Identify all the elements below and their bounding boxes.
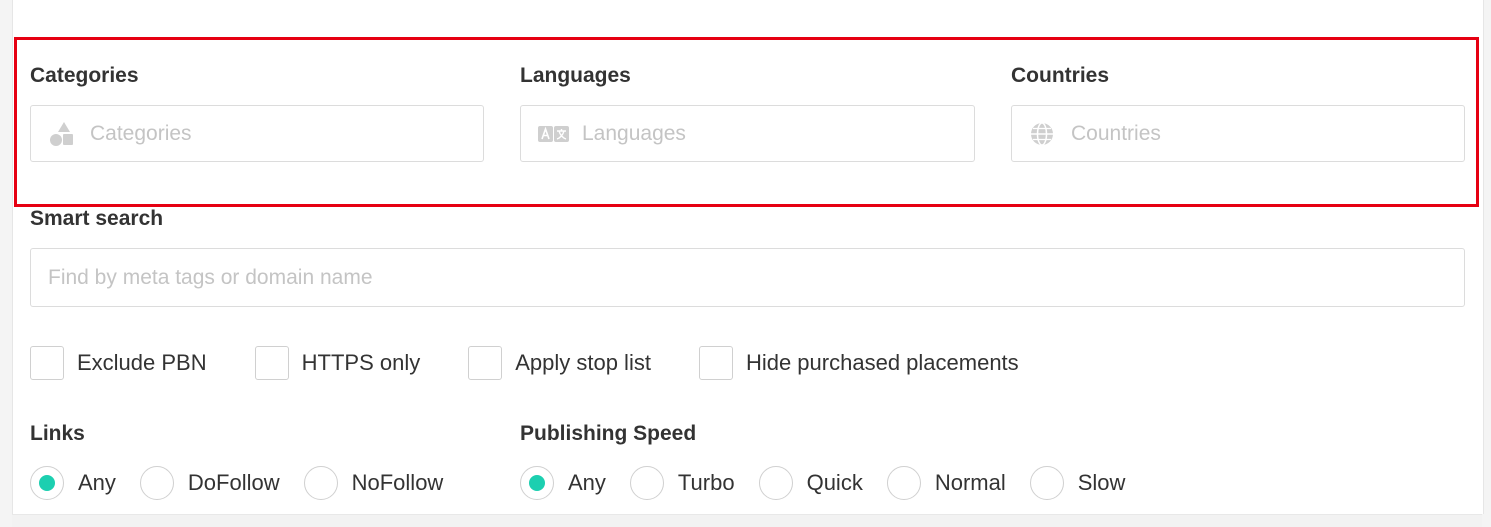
publishing-speed-radio-group: Any Turbo Quick Normal Slow [520, 466, 1149, 500]
radio-circle[interactable] [30, 466, 64, 500]
checkbox-box[interactable] [30, 346, 64, 380]
radio-selected-dot [39, 475, 55, 491]
smart-search-input[interactable] [48, 265, 1464, 290]
checkbox-label: Hide purchased placements [745, 350, 1019, 375]
checkbox-label: Apply stop list [515, 350, 651, 375]
checkbox-label: Exclude PBN [77, 350, 207, 375]
smart-search-field[interactable] [30, 248, 1465, 307]
categories-label: Categories [30, 64, 139, 87]
translate-icon [538, 121, 570, 147]
hide-purchased-placements-checkbox[interactable]: Hide purchased placements [698, 346, 1019, 380]
panel-bottom-divider [12, 514, 1482, 527]
speed-option-any[interactable]: Any [520, 466, 606, 500]
links-radio-group: Any DoFollow NoFollow [30, 466, 467, 500]
shapes-icon [48, 121, 74, 147]
speed-option-slow[interactable]: Slow [1029, 466, 1126, 500]
countries-input[interactable] [1071, 121, 1464, 146]
categories-select[interactable] [30, 105, 484, 162]
radio-label: Any [78, 470, 116, 495]
checkbox-box[interactable] [698, 346, 733, 380]
smart-search-label: Smart search [30, 207, 164, 230]
speed-option-normal[interactable]: Normal [886, 466, 1006, 500]
globe-icon [1029, 121, 1055, 147]
links-option-nofollow[interactable]: NoFollow [303, 466, 444, 500]
radio-label: Turbo [677, 470, 735, 495]
radio-selected-dot [529, 475, 545, 491]
checkbox-label: HTTPS only [301, 350, 421, 375]
radio-circle[interactable] [1029, 466, 1064, 500]
radio-label: Normal [934, 470, 1006, 495]
categories-input[interactable] [90, 121, 483, 146]
apply-stop-list-checkbox[interactable]: Apply stop list [468, 346, 651, 380]
radio-circle[interactable] [886, 466, 921, 500]
countries-label: Countries [1011, 64, 1110, 87]
countries-select[interactable] [1011, 105, 1465, 162]
speed-option-quick[interactable]: Quick [758, 466, 863, 500]
radio-label: DoFollow [187, 470, 280, 495]
radio-label: NoFollow [351, 470, 444, 495]
links-label: Links [30, 422, 85, 445]
radio-circle[interactable] [758, 466, 793, 500]
radio-label: Quick [806, 470, 863, 495]
radio-circle[interactable] [139, 466, 174, 500]
languages-label: Languages [520, 64, 631, 87]
checkbox-box[interactable] [468, 346, 503, 380]
https-only-checkbox[interactable]: HTTPS only [254, 346, 421, 380]
options-checkbox-row: Exclude PBN HTTPS only Apply stop list H… [30, 346, 1067, 380]
languages-input[interactable] [582, 121, 974, 146]
radio-circle[interactable] [629, 466, 664, 500]
checkbox-box[interactable] [254, 346, 289, 380]
radio-circle[interactable] [520, 466, 554, 500]
links-option-any[interactable]: Any [30, 466, 116, 500]
links-option-dofollow[interactable]: DoFollow [139, 466, 280, 500]
speed-option-turbo[interactable]: Turbo [629, 466, 735, 500]
languages-select[interactable] [520, 105, 975, 162]
radio-circle[interactable] [303, 466, 338, 500]
radio-label: Slow [1077, 470, 1126, 495]
exclude-pbn-checkbox[interactable]: Exclude PBN [30, 346, 207, 380]
publishing-speed-label: Publishing Speed [520, 422, 697, 445]
radio-label: Any [568, 470, 606, 495]
